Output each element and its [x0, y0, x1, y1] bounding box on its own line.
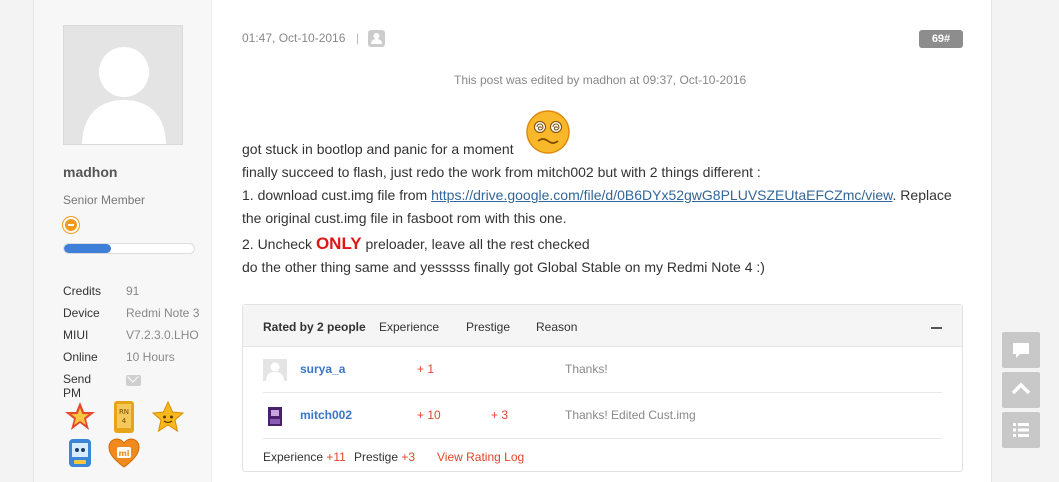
post-line: finally succeed to flash, just redo the … — [242, 164, 761, 180]
default-avatar-icon — [64, 26, 182, 144]
user-sidebar: madhon Senior Member Credits 91 Device R… — [34, 0, 212, 482]
rater-name[interactable]: mitch002 — [300, 408, 352, 422]
rating-row: mitch002 + 10 + 3 Thanks! Edited Cust.im… — [263, 393, 942, 439]
collapse-icon[interactable] — [931, 327, 942, 329]
edited-note: This post was edited by madhon at 09:37,… — [454, 73, 747, 87]
smiling-star-badge-icon[interactable] — [151, 400, 185, 434]
rater-avatar[interactable] — [263, 359, 287, 381]
rater-experience: + 10 — [417, 408, 441, 422]
col-experience: Experience — [379, 320, 440, 334]
chat-bubble-icon — [1013, 343, 1029, 358]
person-icon — [371, 33, 382, 44]
footer-experience: Experience +11 — [263, 450, 346, 464]
post-text: 1. download cust.img file from — [242, 187, 432, 203]
rn4-badge-icon[interactable]: RN 4 — [107, 400, 141, 434]
info-key: Device — [63, 306, 100, 320]
rater-name[interactable]: surya_a — [300, 362, 345, 376]
reply-button[interactable] — [1002, 332, 1040, 368]
rating-title: Rated by 2 people — [263, 320, 366, 334]
view-rating-log-link[interactable]: View Rating Log — [437, 450, 524, 464]
svg-text:4: 4 — [122, 417, 127, 425]
info-key: Online — [63, 350, 98, 364]
post-text: . Replace — [892, 187, 952, 203]
star-badge-icon[interactable] — [63, 400, 97, 434]
post-text: 2. Uncheck — [242, 236, 316, 252]
rater-reason: Thanks! — [565, 362, 608, 376]
info-key: MIUI — [63, 328, 89, 342]
svg-text:RN: RN — [119, 408, 129, 416]
footer-exp-label: Experience — [263, 450, 324, 464]
info-value: 91 — [126, 284, 140, 298]
mail-icon[interactable] — [126, 375, 141, 386]
phone-mascot-badge-icon[interactable] — [63, 436, 97, 470]
rater-prestige: + 3 — [491, 408, 509, 422]
info-value: V7.2.3.0.LHO — [126, 328, 199, 342]
list-icon — [1013, 423, 1029, 437]
rater-reason: Thanks! Edited Cust.img — [565, 408, 696, 422]
footer-pre-label: Prestige — [354, 450, 399, 464]
user-level-icon — [63, 217, 79, 233]
post-text: got stuck in bootlop and panic for a mom… — [242, 141, 514, 157]
svg-text:mi: mi — [118, 449, 129, 458]
user-avatar[interactable] — [63, 25, 183, 145]
rating-footer: Experience +11 Prestige +3 View Rating L… — [263, 439, 942, 473]
emphasis-only: ONLY — [315, 234, 362, 253]
rating-row: surya_a + 1 Thanks! — [263, 347, 942, 393]
rating-header: Rated by 2 people Experience Prestige Re… — [243, 305, 962, 347]
rating-box: Rated by 2 people Experience Prestige Re… — [242, 304, 963, 472]
footer-prestige: Prestige +3 — [354, 450, 415, 464]
floor-number-badge[interactable]: 69# — [919, 30, 963, 48]
only-author-icon[interactable] — [368, 30, 385, 47]
col-prestige: Prestige — [466, 320, 511, 334]
level-progress-bar — [63, 243, 195, 254]
info-key: Credits — [63, 284, 102, 298]
rater-avatar[interactable] — [263, 405, 287, 427]
footer-pre-value: +3 — [401, 450, 416, 464]
chevron-up-icon — [1011, 382, 1031, 395]
username[interactable]: madhon — [63, 164, 117, 180]
post-text: preloader, leave all the rest checked — [361, 236, 590, 252]
post-date: 01:47, Oct-10-2016 — [242, 31, 346, 45]
post-line: 1. download cust.img file from https://d… — [242, 184, 972, 207]
info-value: Redmi Note 3 — [126, 306, 200, 320]
post-list-button[interactable] — [1002, 412, 1040, 448]
back-to-top-button[interactable] — [1002, 372, 1040, 408]
level-progress-fill — [64, 244, 111, 253]
user-group: Senior Member — [63, 193, 146, 207]
col-reason: Reason — [536, 320, 578, 334]
header-separator: | — [356, 31, 360, 45]
post-line: got stuck in bootlop and panic for a mom… — [242, 108, 972, 161]
mi-heart-badge-icon[interactable]: mi — [107, 436, 141, 470]
post-body: got stuck in bootlop and panic for a mom… — [242, 108, 972, 279]
rater-experience: + 1 — [417, 362, 435, 376]
post-line: do the other thing same and yesssss fina… — [242, 259, 765, 275]
dizzy-face-emoji-icon — [526, 110, 570, 154]
drive-download-link[interactable]: https://drive.google.com/file/d/0B6DYx52… — [431, 187, 892, 203]
footer-exp-value: +11 — [326, 450, 346, 464]
post-line: the original cust.img file in fasboot ro… — [242, 210, 567, 226]
info-value: 10 Hours — [126, 350, 175, 364]
info-key: Send PM — [63, 372, 92, 400]
post-container: madhon Senior Member Credits 91 Device R… — [33, 0, 992, 482]
post-line: 2. Uncheck ONLY preloader, leave all the… — [242, 232, 972, 256]
